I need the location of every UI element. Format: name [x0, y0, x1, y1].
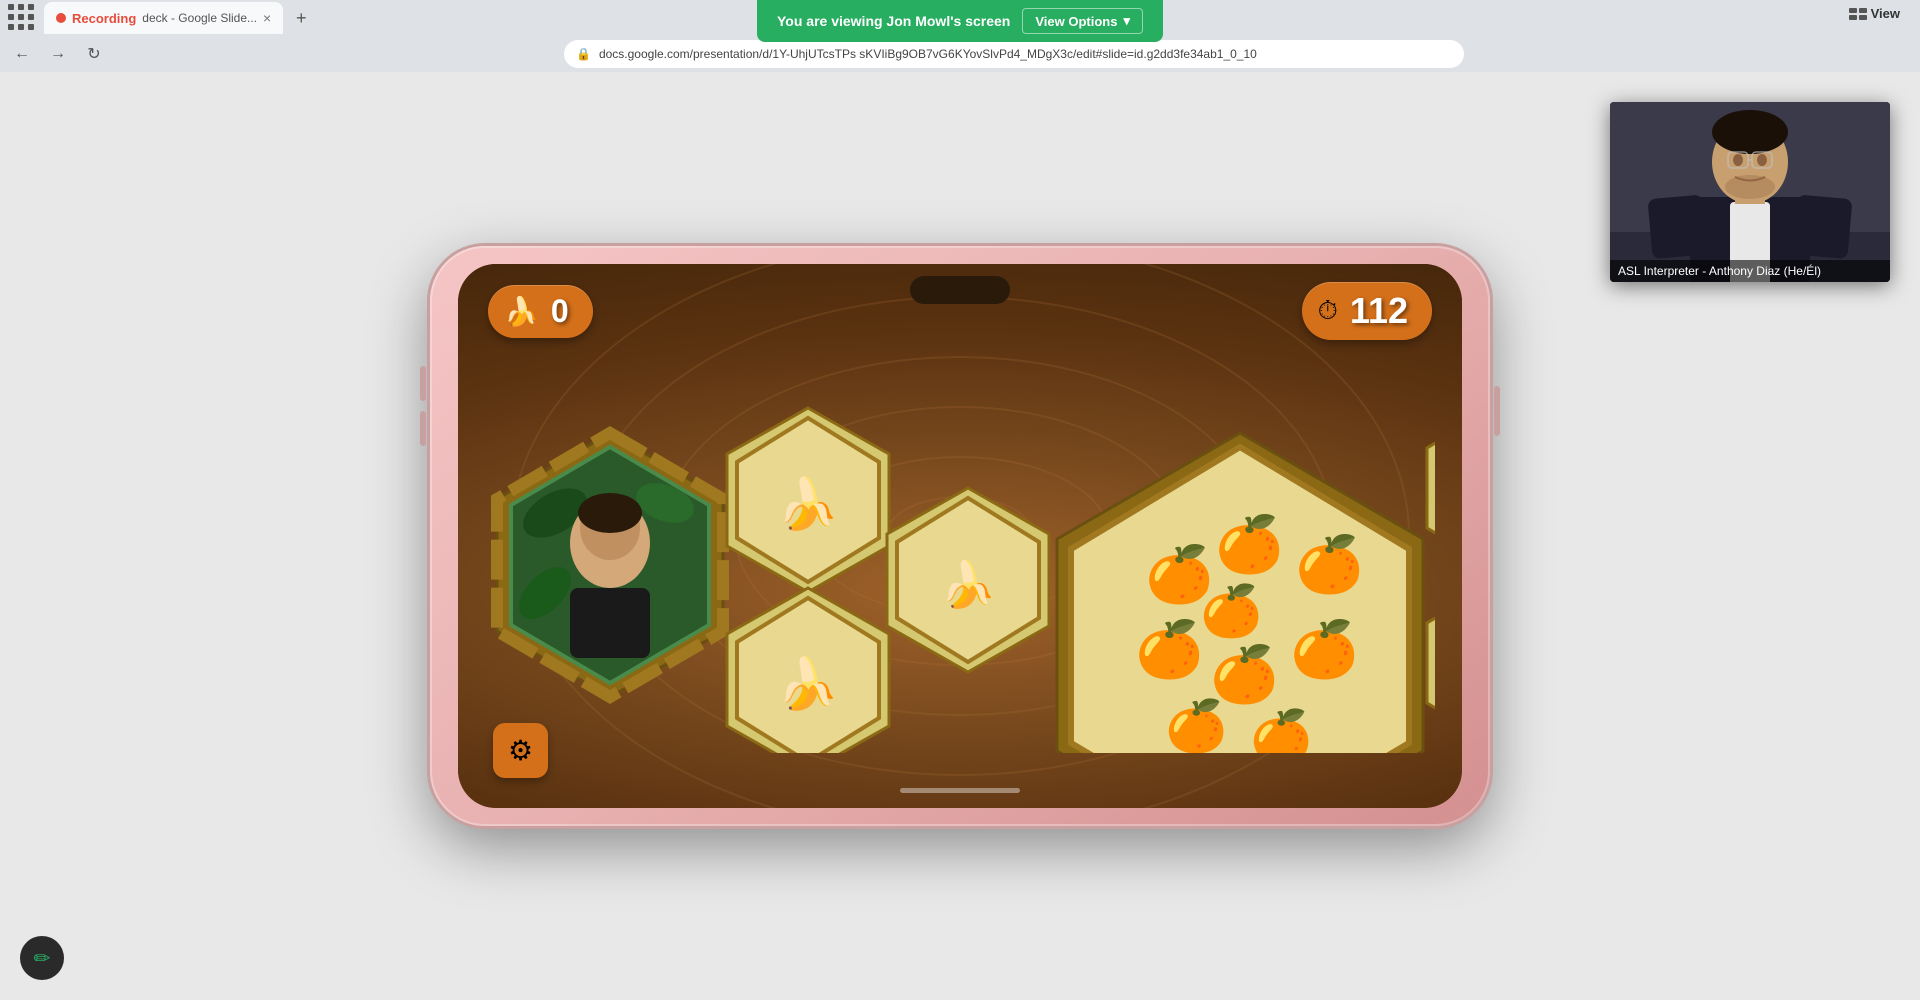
settings-gear-icon: ⚙	[508, 734, 533, 767]
hex-mid-top-left: 🍌	[727, 408, 889, 592]
pencil-icon: ✏	[34, 946, 51, 971]
browser-chrome: You are viewing Jon Mowl's screen View O…	[0, 0, 1920, 72]
banana-score-icon: 🍌	[504, 295, 539, 328]
home-indicator[interactable]	[900, 788, 1020, 793]
recording-indicator	[56, 13, 66, 23]
orange-hex: 🍊 🍊 🍊 🍊 🍊 🍊 🍊 🍊 🍊	[1057, 433, 1423, 753]
grid-dot	[28, 14, 34, 20]
volume-up-button	[420, 366, 426, 401]
main-content: 🍌 0 ⏱ 112	[0, 72, 1920, 1000]
timer-badge: ⏱ 112	[1302, 282, 1432, 340]
player-hex: player	[497, 433, 723, 697]
hex-mid-bottom-left: 🍌	[727, 588, 889, 753]
hex-grid-svg: player 🍌 🍌	[485, 403, 1435, 753]
screen-share-message: You are viewing Jon Mowl's screen	[777, 13, 1010, 29]
address-bar[interactable]: 🔒 docs.google.com/presentation/d/1Y-UhjU…	[564, 40, 1464, 68]
grid-dot	[8, 4, 14, 10]
grid-dot	[8, 14, 14, 20]
view-options-label: View Options	[1035, 14, 1117, 29]
svg-text:🍌: 🍌	[777, 655, 839, 712]
phone-screen: 🍌 0 ⏱ 112	[458, 264, 1462, 808]
browser-tab[interactable]: Recording deck - Google Slide... ×	[44, 2, 283, 34]
view-grid-icon	[1849, 8, 1867, 20]
svg-text:🍊: 🍊	[1250, 707, 1315, 753]
person-svg	[1610, 102, 1890, 282]
svg-text:🍊: 🍊	[1165, 697, 1230, 753]
hex-right-bottom: 🍌	[1427, 583, 1435, 743]
score-badge: 🍌 0	[488, 285, 593, 338]
apps-grid-icon[interactable]	[8, 4, 36, 32]
back-button[interactable]: ←	[8, 40, 36, 68]
grid-dot	[18, 4, 24, 10]
hex-mid-center: 🍌	[887, 488, 1049, 672]
recording-label: Recording	[72, 11, 136, 26]
grid-dot	[8, 24, 14, 30]
tab-title: deck - Google Slide...	[142, 11, 257, 25]
view-button-area[interactable]: View	[1849, 6, 1900, 21]
forward-button[interactable]: →	[44, 40, 72, 68]
grid-dot	[18, 14, 24, 20]
timer-stopwatch-icon: ⏱	[1318, 295, 1338, 327]
score-value: 0	[551, 293, 569, 330]
svg-text:🍊: 🍊	[1200, 582, 1265, 639]
hex-grid-area: player 🍌 🍌	[458, 348, 1462, 808]
video-person-label: ASL Interpreter - Anthony Diaz (He/Él)	[1610, 260, 1890, 282]
grid-dot	[28, 24, 34, 30]
pencil-button[interactable]: ✏	[20, 936, 64, 980]
svg-text:🍊: 🍊	[1290, 618, 1361, 681]
timer-value: 112	[1350, 290, 1408, 332]
grid-dot	[28, 4, 34, 10]
security-icon: 🔒	[576, 47, 591, 61]
tab-close-button[interactable]: ×	[263, 10, 271, 26]
phone-mockup: 🍌 0 ⏱ 112	[430, 246, 1490, 826]
settings-button[interactable]: ⚙	[493, 723, 548, 778]
svg-text:🍊: 🍊	[1215, 513, 1286, 576]
view-options-button[interactable]: View Options ▾	[1022, 8, 1143, 34]
video-overlay: ASL Interpreter - Anthony Diaz (He/Él)	[1610, 102, 1890, 282]
svg-text:player: player	[596, 655, 624, 666]
url-text: docs.google.com/presentation/d/1Y-UhjUTc…	[599, 47, 1257, 61]
new-tab-button[interactable]: +	[287, 4, 315, 32]
hex-right-top: 🍌	[1427, 408, 1435, 568]
grid-dot	[18, 24, 24, 30]
game-content: 🍌 0 ⏱ 112	[458, 264, 1462, 808]
phone-bottom-bar	[900, 780, 1020, 800]
svg-text:🍊: 🍊	[1135, 618, 1206, 681]
volume-down-button	[420, 411, 426, 446]
screen-share-banner: You are viewing Jon Mowl's screen View O…	[757, 0, 1163, 42]
svg-text:🍊: 🍊	[1295, 533, 1366, 596]
view-label: View	[1871, 6, 1900, 21]
dynamic-island	[910, 276, 1010, 304]
svg-text:🍌: 🍌	[777, 475, 839, 532]
svg-text:🍌: 🍌	[940, 559, 996, 610]
video-person	[1610, 102, 1890, 282]
svg-text:🍊: 🍊	[1210, 643, 1281, 706]
reload-button[interactable]: ↻	[80, 40, 108, 68]
power-button	[1494, 386, 1500, 436]
chevron-down-icon: ▾	[1123, 13, 1130, 29]
